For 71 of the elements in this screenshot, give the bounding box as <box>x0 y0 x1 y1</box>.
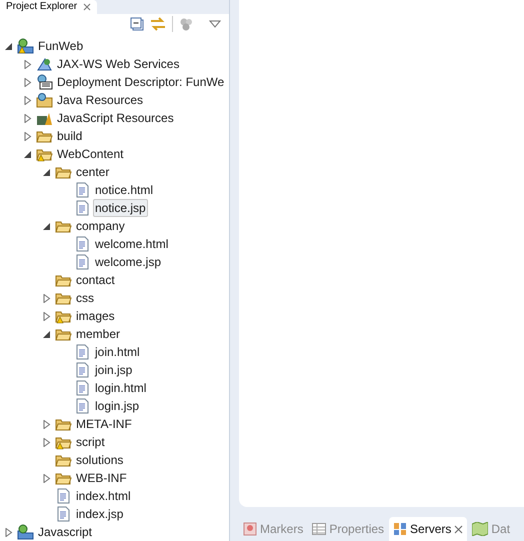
tree-item[interactable]: welcome.html <box>93 235 170 253</box>
web-services-icon <box>36 56 53 72</box>
file-icon <box>74 398 91 414</box>
link-arrows-icon[interactable] <box>150 17 166 31</box>
collapsed-arrow-icon[interactable] <box>42 294 51 302</box>
collapsed-arrow-icon[interactable] <box>23 78 32 86</box>
collapsed-arrow-icon[interactable] <box>42 420 51 428</box>
collapsed-arrow-icon[interactable] <box>4 528 13 536</box>
tree-item[interactable]: join.html <box>93 343 142 361</box>
tree-item[interactable]: solutions <box>74 451 126 469</box>
tree-item[interactable]: index.html <box>74 487 133 505</box>
tree-item[interactable]: index.jsp <box>74 505 126 523</box>
file-icon <box>55 506 72 522</box>
expanded-arrow-icon[interactable] <box>42 168 51 176</box>
collapsed-arrow-icon[interactable] <box>23 114 32 122</box>
tree-item[interactable]: css <box>74 289 96 307</box>
tree-item[interactable]: Deployment Descriptor: FunWe <box>55 73 226 91</box>
tree-item[interactable]: Java Resources <box>55 91 146 109</box>
close-icon[interactable] <box>454 524 464 534</box>
collapsed-arrow-icon[interactable] <box>23 96 32 104</box>
collapsed-arrow-icon[interactable] <box>42 474 51 482</box>
filter-icon[interactable] <box>179 17 193 31</box>
file-icon <box>74 236 91 252</box>
expanded-arrow-icon[interactable] <box>23 150 32 158</box>
collapsed-arrow-icon[interactable] <box>23 60 32 68</box>
tree-item[interactable]: login.html <box>93 379 148 397</box>
tree-item[interactable]: build <box>55 127 84 145</box>
expanded-arrow-icon[interactable] <box>42 222 51 230</box>
markers-icon <box>243 522 257 536</box>
file-icon <box>55 488 72 504</box>
file-icon <box>74 200 91 216</box>
project-icon <box>17 38 34 54</box>
tree-item[interactable]: images <box>74 307 117 325</box>
tree-item[interactable]: FunWeb <box>36 37 86 55</box>
tree-item[interactable]: welcome.jsp <box>93 253 164 271</box>
expanded-arrow-icon[interactable] <box>42 330 51 338</box>
tree-item[interactable]: META-INF <box>74 415 134 433</box>
file-icon <box>74 344 91 360</box>
tree-item[interactable]: center <box>74 163 112 181</box>
tree-item[interactable]: Javascript <box>36 523 94 541</box>
table-icon <box>312 523 326 535</box>
collapsed-arrow-icon[interactable] <box>42 312 51 320</box>
collapse-all-icon[interactable] <box>130 17 144 31</box>
collapsed-arrow-icon[interactable] <box>23 132 32 140</box>
file-icon <box>74 362 91 378</box>
tree-item[interactable]: join.jsp <box>93 361 134 379</box>
tree-item[interactable]: company <box>74 217 127 235</box>
descriptor-icon <box>36 74 53 90</box>
project-icon <box>17 524 34 540</box>
tree-item[interactable]: notice.jsp <box>93 199 148 217</box>
file-icon <box>74 380 91 396</box>
view-tab[interactable]: Servers <box>389 517 468 541</box>
expanded-arrow-icon[interactable] <box>4 42 13 50</box>
tree-item[interactable]: WEB-INF <box>74 469 129 487</box>
tree-item[interactable]: WebContent <box>55 145 126 163</box>
map-icon <box>472 522 488 536</box>
file-icon <box>74 182 91 198</box>
tree-item[interactable]: JAX-WS Web Services <box>55 55 182 73</box>
tree-item[interactable]: login.jsp <box>93 397 142 415</box>
view-menu-icon[interactable] <box>209 20 221 28</box>
tree-item[interactable]: notice.html <box>93 181 156 199</box>
tree-item[interactable]: script <box>74 433 107 451</box>
file-icon <box>74 254 91 270</box>
tree-item[interactable]: member <box>74 325 122 343</box>
tree-item[interactable]: JavaScript Resources <box>55 109 176 127</box>
servers-icon <box>393 522 408 536</box>
collapsed-arrow-icon[interactable] <box>42 438 51 446</box>
java-resources-icon <box>36 92 53 108</box>
close-icon[interactable] <box>83 3 92 11</box>
view-tab[interactable]: Project Explorer <box>0 0 98 14</box>
tree-item[interactable]: contact <box>74 271 117 289</box>
